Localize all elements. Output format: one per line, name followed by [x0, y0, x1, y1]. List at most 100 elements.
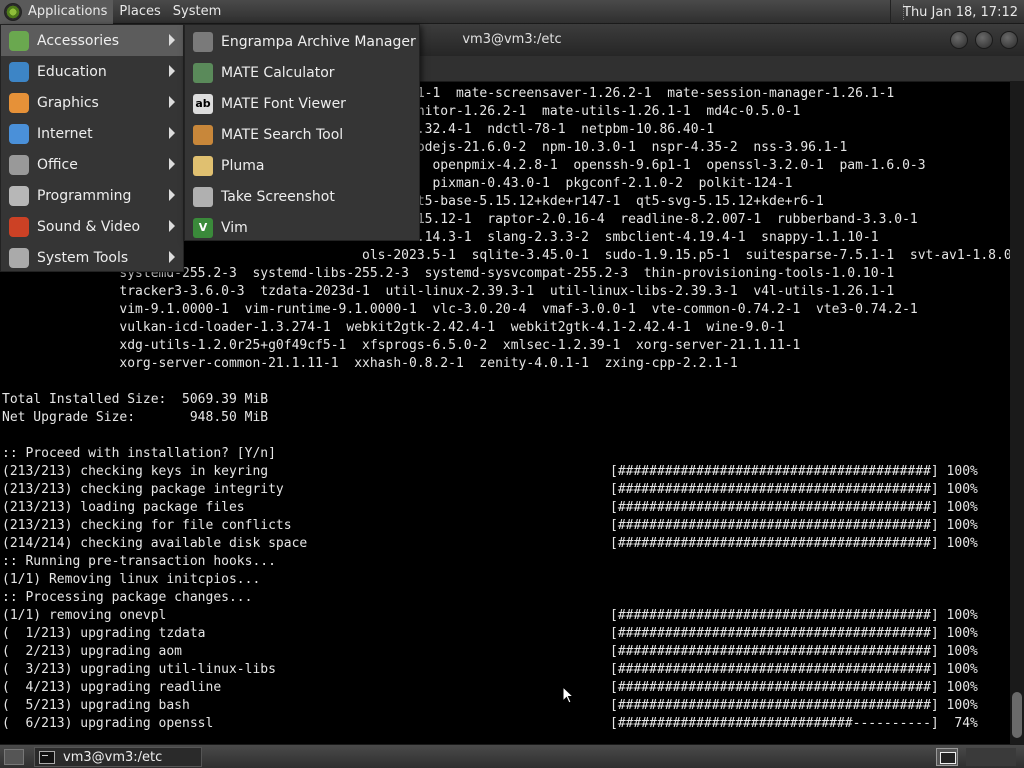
menu-category-label: System Tools [37, 249, 129, 266]
menu-item-label: Pluma [221, 157, 265, 174]
progress-indicator: [#######################################… [610, 464, 978, 479]
applications-menu[interactable]: Applications [0, 0, 114, 24]
search-tool-icon [193, 124, 213, 145]
terminal-icon [39, 750, 55, 764]
menu-item-mate-search-tool[interactable]: MATE Search Tool [185, 119, 419, 150]
places-menu-label: Places [119, 4, 161, 19]
terminal-line: :: Proceed with installation? [Y/n] [2, 445, 1010, 463]
terminal-line: tracker3-3.6.0-3 tzdata-2023d-1 util-lin… [2, 283, 1010, 301]
office-icon [9, 154, 29, 175]
terminal-line-text: :: Running pre-transaction hooks... [2, 554, 276, 569]
workspace-area[interactable] [966, 748, 1016, 766]
terminal-line-text: Total Installed Size: 5069.39 MiB [2, 392, 269, 407]
menu-category-education[interactable]: Education [1, 56, 183, 87]
menu-category-label: Programming [37, 187, 132, 204]
menu-category-label: Sound & Video [37, 218, 141, 235]
terminal-line: (214/214) checking available disk space [… [2, 535, 1010, 553]
terminal-line-text: (213/213) checking for file conflicts [2, 518, 292, 533]
mouse-cursor-icon [562, 686, 574, 704]
progress-indicator: [#######################################… [610, 698, 978, 713]
terminal-line: (213/213) checking package integrity [###… [2, 481, 1010, 499]
menu-item-label: MATE Search Tool [221, 126, 344, 143]
terminal-line-text: ( 5/213) upgrading bash [2, 698, 190, 713]
calculator-icon [193, 62, 213, 83]
clock[interactable]: Thu Jan 18, 17:12 [890, 0, 1024, 24]
terminal-line-text: (1/1) removing onevpl [2, 608, 167, 623]
menu-item-pluma[interactable]: Pluma [185, 150, 419, 181]
terminal-line: ( 6/213) upgrading openssl [#############… [2, 715, 1010, 733]
terminal-line-text: (213/213) checking package integrity [2, 482, 284, 497]
terminal-line: ( 4/213) upgrading readline [############… [2, 679, 1010, 697]
progress-indicator: [#######################################… [610, 608, 978, 623]
menu-category-label: Graphics [37, 94, 99, 111]
menu-item-label: MATE Calculator [221, 64, 335, 81]
menu-category-graphics[interactable]: Graphics [1, 87, 183, 118]
terminal-line: vim-9.1.0000-1 vim-runtime-9.1.0000-1 vl… [2, 301, 1010, 319]
terminal-line: ( 2/213) upgrading aom [#################… [2, 643, 1010, 661]
applications-dropdown: Accessories Education Graphics Internet Offi… [0, 24, 184, 272]
menu-item-take-screenshot[interactable]: Take Screenshot [185, 181, 419, 212]
terminal-line: (213/213) loading package files [########… [2, 499, 1010, 517]
progress-indicator: [#######################################… [610, 626, 978, 641]
terminal-line-text: ( 1/213) upgrading tzdata [2, 626, 206, 641]
workspace-switcher[interactable] [936, 748, 958, 766]
terminal-line: (1/1) Removing linux initcpios... [2, 571, 1010, 589]
programming-icon [9, 185, 29, 206]
screenshot-icon [193, 186, 213, 207]
menu-item-engrampa-archive-manager[interactable]: Engrampa Archive Manager [185, 26, 419, 57]
menu-category-label: Accessories [37, 32, 120, 49]
menu-category-internet[interactable]: Internet [1, 118, 183, 149]
submenu-arrow-icon [169, 158, 175, 170]
terminal-line: (1/1) removing onevpl [##################… [2, 607, 1010, 625]
terminal-line: ( 5/213) upgrading bash [################… [2, 697, 1010, 715]
terminal-line-text: :: Processing package changes... [2, 590, 253, 605]
progress-indicator: [##############################---------… [610, 716, 978, 731]
terminal-line-text: (213/213) loading package files [2, 500, 245, 515]
menu-item-mate-calculator[interactable]: MATE Calculator [185, 57, 419, 88]
terminal-line-text: (214/214) checking available disk space [2, 536, 308, 551]
education-icon [9, 61, 29, 82]
terminal-line-text: (1/1) Removing linux initcpios... [2, 572, 261, 587]
terminal-line: :: Processing package changes... [2, 589, 1010, 607]
menu-category-system-tools[interactable]: System Tools [1, 242, 183, 273]
progress-indicator: [#######################################… [610, 500, 978, 515]
taskbar-item-terminal[interactable]: vm3@vm3:/etc [34, 747, 202, 767]
terminal-line: ( 1/213) upgrading tzdata [##############… [2, 625, 1010, 643]
submenu-arrow-icon [169, 96, 175, 108]
font-viewer-icon: ab [193, 93, 213, 114]
menu-item-mate-font-viewer[interactable]: ab MATE Font Viewer [185, 88, 419, 119]
submenu-arrow-icon [169, 251, 175, 263]
accessories-submenu: Engrampa Archive Manager MATE Calculator a… [184, 24, 420, 241]
progress-indicator: [#######################################… [610, 518, 978, 533]
mate-logo-icon [4, 2, 22, 21]
menu-item-vim[interactable]: V Vim [185, 212, 419, 243]
menu-category-programming[interactable]: Programming [1, 180, 183, 211]
terminal-line-text: ( 6/213) upgrading openssl [2, 716, 214, 731]
menu-category-accessories[interactable]: Accessories [1, 25, 183, 56]
places-menu[interactable]: Places [113, 0, 166, 24]
menu-category-sound-video[interactable]: Sound & Video [1, 211, 183, 242]
maximize-button[interactable] [975, 31, 993, 49]
taskbar-item-label: vm3@vm3:/etc [63, 749, 163, 765]
menu-item-label: Take Screenshot [221, 188, 335, 205]
submenu-arrow-icon [169, 34, 175, 46]
text-editor-icon [193, 155, 213, 176]
terminal-line-text: :: Proceed with installation? [Y/n] [2, 446, 276, 461]
close-button[interactable] [1000, 31, 1018, 49]
terminal-scrollbar[interactable] [1010, 82, 1024, 744]
menu-item-label: MATE Font Viewer [221, 95, 346, 112]
terminal-line: vulkan-icd-loader-1.3.274-1 webkit2gtk-2… [2, 319, 1010, 337]
terminal-line: (213/213) checking keys in keyring [#####… [2, 463, 1010, 481]
graphics-icon [9, 92, 29, 113]
terminal-line: :: Running pre-transaction hooks... [2, 553, 1010, 571]
accessories-icon [9, 30, 29, 51]
terminal-line-text: tracker3-3.6.0-3 tzdata-2023d-1 util-lin… [2, 284, 895, 299]
show-desktop-button[interactable] [4, 749, 24, 765]
menu-category-label: Office [37, 156, 78, 173]
submenu-arrow-icon [169, 189, 175, 201]
system-menu[interactable]: System [167, 0, 227, 24]
scrollbar-thumb[interactable] [1012, 692, 1022, 738]
minimize-button[interactable] [950, 31, 968, 49]
menu-category-office[interactable]: Office [1, 149, 183, 180]
